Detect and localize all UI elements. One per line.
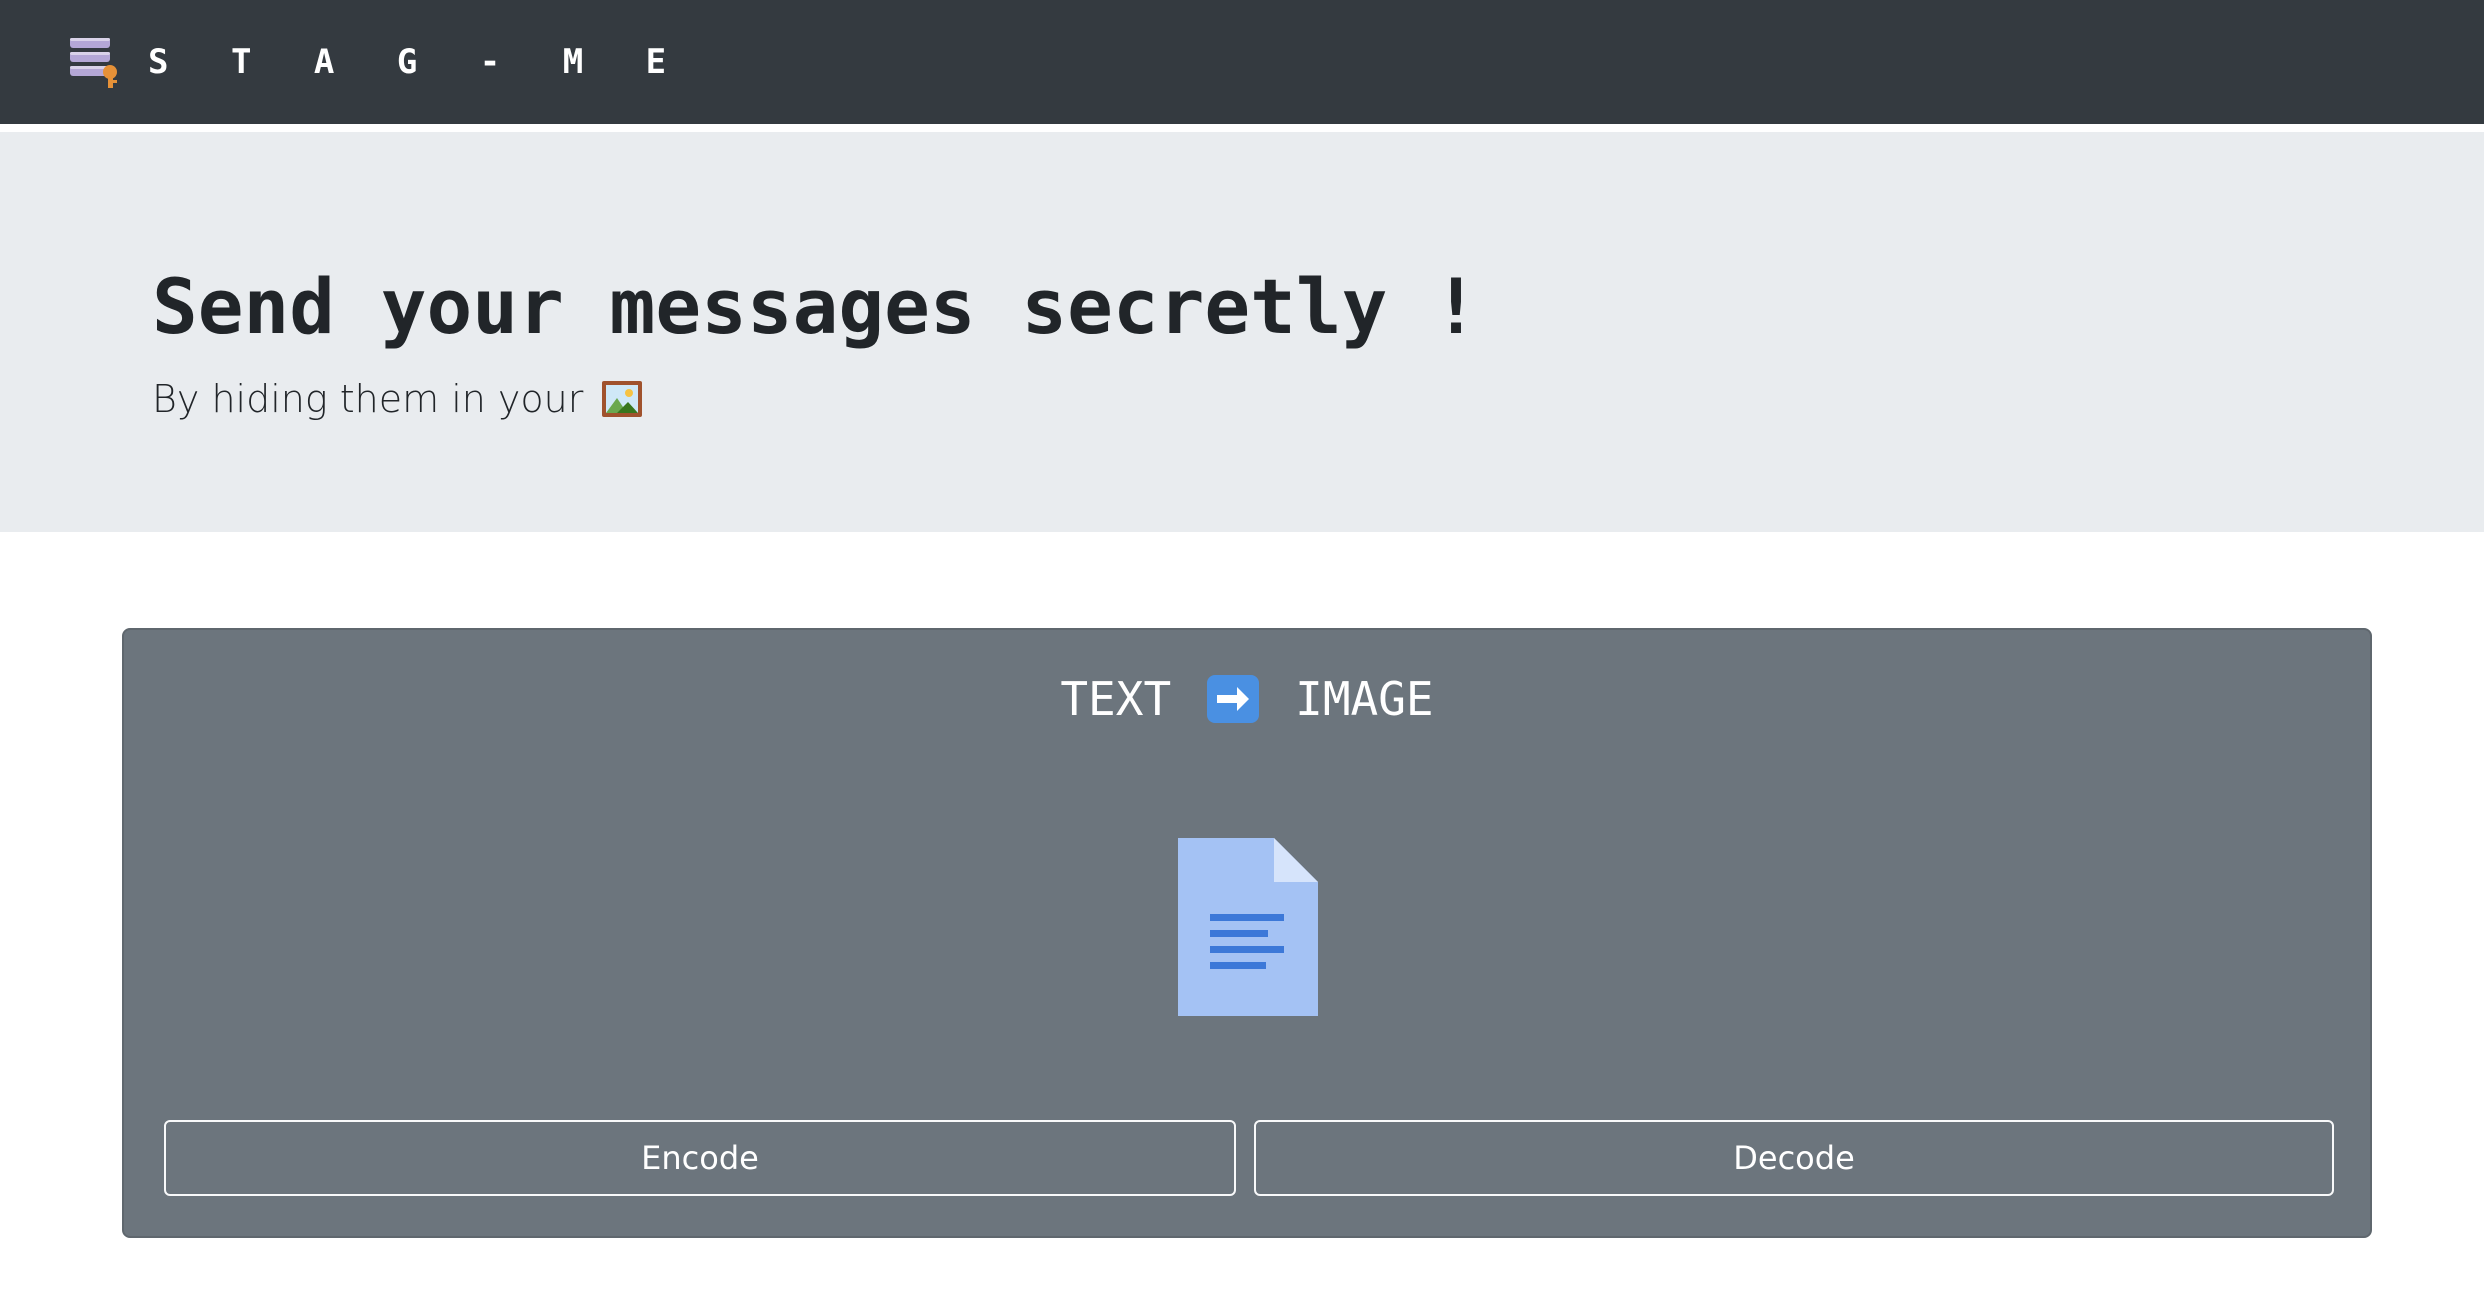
nav-divider [0,124,2484,132]
database-key-icon[interactable] [68,34,120,90]
document-icon [1178,838,1318,1016]
encode-button[interactable]: Encode [164,1120,1236,1196]
right-arrow-icon [1207,675,1260,723]
card-header: TEXT IMAGE [124,672,2370,726]
framed-picture-icon [602,381,643,417]
page-title: Send your messages secretly ! [152,262,1479,351]
hero-section: Send your messages secretly ! By hiding … [0,132,2484,532]
header-left-label: TEXT [1060,672,1172,726]
encode-card: TEXT IMAGE Encode Decode [122,628,2372,1238]
page-subtitle: By hiding them in your [152,377,643,421]
navbar: S T A G - M E [0,0,2484,124]
brand-name[interactable]: S T A G - M E [148,42,687,82]
header-right-label: IMAGE [1295,672,1434,726]
decode-button[interactable]: Decode [1254,1120,2334,1196]
subtitle-text: By hiding them in your [152,377,584,421]
